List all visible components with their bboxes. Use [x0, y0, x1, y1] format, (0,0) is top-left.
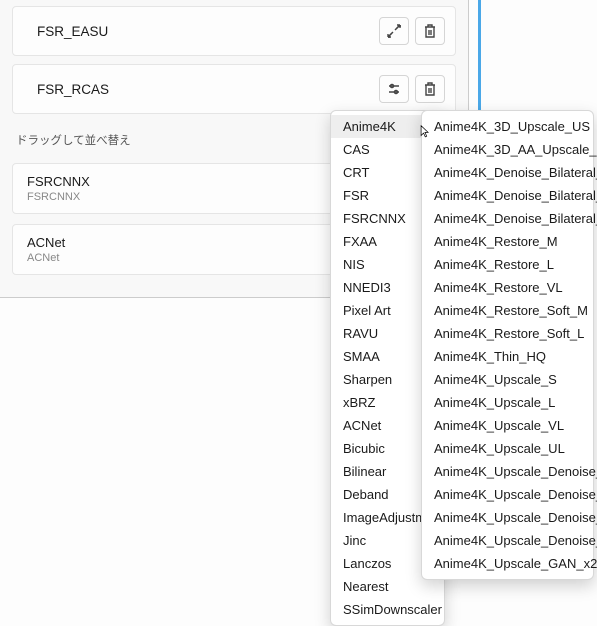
submenu-item[interactable]: Anime4K_Upscale_Denoise_S — [422, 460, 593, 483]
reorder-hint: ドラッグして並べ替え — [16, 132, 354, 148]
submenu-item[interactable]: Anime4K_Restore_VL — [422, 276, 593, 299]
submenu-item[interactable]: Anime4K_Denoise_Bilateral_Mean — [422, 161, 593, 184]
menu-item-ssimdownscaler[interactable]: SSimDownscaler — [331, 598, 444, 621]
trash-icon — [423, 82, 437, 96]
effect-row-fsr-rcas[interactable]: FSR_RCAS — [12, 64, 456, 114]
submenu-item[interactable]: Anime4K_3D_Upscale_US — [422, 115, 593, 138]
submenu-item[interactable]: Anime4K_Upscale_Denoise_UL — [422, 529, 593, 552]
submenu-item[interactable]: Anime4K_Restore_Soft_L — [422, 322, 593, 345]
expand-button[interactable] — [379, 17, 409, 45]
effect-label: FSR_RCAS — [37, 82, 373, 97]
effect-label: FSR_EASU — [37, 24, 373, 39]
submenu-item[interactable]: Anime4K_Upscale_S — [422, 368, 593, 391]
settings-button[interactable] — [379, 75, 409, 103]
submenu-item[interactable]: Anime4K_Thin_HQ — [422, 345, 593, 368]
delete-button[interactable] — [415, 17, 445, 45]
submenu-item[interactable]: Anime4K_Upscale_Denoise_L — [422, 483, 593, 506]
submenu-item[interactable]: Anime4K_Restore_M — [422, 230, 593, 253]
anime4k-submenu: Anime4K_3D_Upscale_US Anime4K_3D_AA_Upsc… — [421, 110, 594, 580]
submenu-item[interactable]: Anime4K_Upscale_L — [422, 391, 593, 414]
expand-icon — [387, 24, 401, 38]
submenu-item[interactable]: Anime4K_Upscale_UL — [422, 437, 593, 460]
submenu-item[interactable]: Anime4K_Upscale_GAN_x2_S — [422, 552, 593, 575]
submenu-item[interactable]: Anime4K_Denoise_Bilateral_Median — [422, 184, 593, 207]
delete-button[interactable] — [415, 75, 445, 103]
sliders-icon — [387, 82, 401, 96]
trash-icon — [423, 24, 437, 38]
submenu-item[interactable]: Anime4K_Restore_Soft_M — [422, 299, 593, 322]
submenu-item[interactable]: Anime4K_Restore_L — [422, 253, 593, 276]
submenu-item[interactable]: Anime4K_Upscale_Denoise_VL — [422, 506, 593, 529]
effect-row-fsr-easu[interactable]: FSR_EASU — [12, 6, 456, 56]
submenu-item[interactable]: Anime4K_3D_AA_Upscale_US — [422, 138, 593, 161]
submenu-item[interactable]: Anime4K_Upscale_VL — [422, 414, 593, 437]
submenu-item[interactable]: Anime4K_Denoise_Bilateral_Mode — [422, 207, 593, 230]
